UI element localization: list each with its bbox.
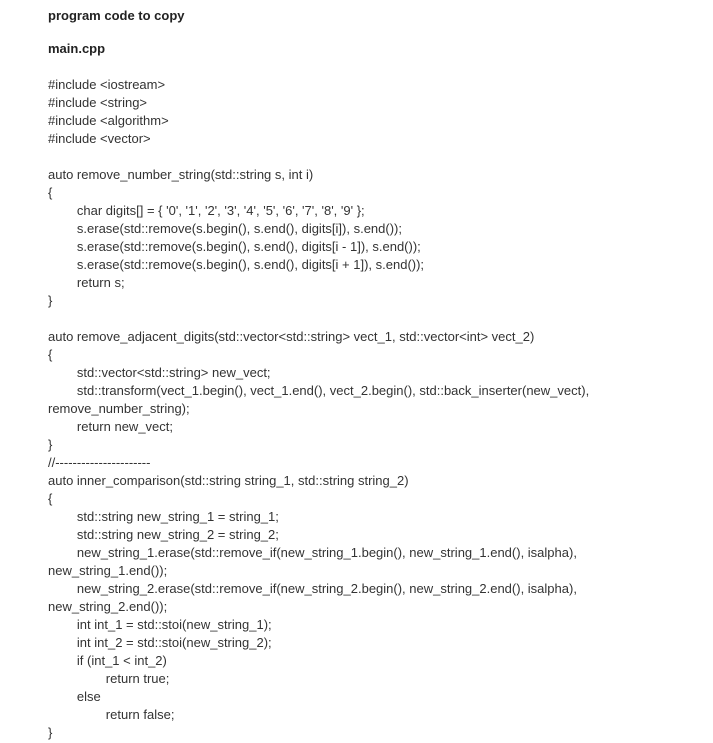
page-container: program code to copy main.cpp #include <… <box>0 0 713 742</box>
code-line: char digits[] = { '0', '1', '2', '3', '4… <box>48 202 713 220</box>
code-line: } <box>48 436 713 454</box>
code-line: #include <iostream> <box>48 76 713 94</box>
code-line: new_string_2.erase(std::remove_if(new_st… <box>48 580 713 598</box>
code-line: s.erase(std::remove(s.begin(), s.end(), … <box>48 256 713 274</box>
code-line: { <box>48 490 713 508</box>
code-line: else <box>48 688 713 706</box>
code-line: } <box>48 292 713 310</box>
code-line: #include <string> <box>48 94 713 112</box>
code-line: return false; <box>48 706 713 724</box>
code-line: return s; <box>48 274 713 292</box>
code-line: { <box>48 346 713 364</box>
code-line: return true; <box>48 670 713 688</box>
code-line: } <box>48 724 713 742</box>
filename-label: main.cpp <box>48 41 713 56</box>
code-line: s.erase(std::remove(s.begin(), s.end(), … <box>48 220 713 238</box>
code-line: auto remove_number_string(std::string s,… <box>48 166 713 184</box>
code-line: if (int_1 < int_2) <box>48 652 713 670</box>
section-heading: program code to copy <box>48 8 713 23</box>
code-line <box>48 148 713 166</box>
code-line: new_string_1.end()); <box>48 562 713 580</box>
code-line: s.erase(std::remove(s.begin(), s.end(), … <box>48 238 713 256</box>
code-line: new_string_2.end()); <box>48 598 713 616</box>
code-line: int int_2 = std::stoi(new_string_2); <box>48 634 713 652</box>
code-line: auto remove_adjacent_digits(std::vector<… <box>48 328 713 346</box>
code-line <box>48 310 713 328</box>
code-line: new_string_1.erase(std::remove_if(new_st… <box>48 544 713 562</box>
code-line: return new_vect; <box>48 418 713 436</box>
code-line: #include <algorithm> <box>48 112 713 130</box>
code-line: { <box>48 184 713 202</box>
code-line: std::string new_string_2 = string_2; <box>48 526 713 544</box>
code-line: int int_1 = std::stoi(new_string_1); <box>48 616 713 634</box>
code-line: auto inner_comparison(std::string string… <box>48 472 713 490</box>
code-line: //---------------------- <box>48 454 713 472</box>
code-block: #include <iostream>#include <string>#inc… <box>48 76 713 742</box>
code-line: std::transform(vect_1.begin(), vect_1.en… <box>48 382 713 400</box>
code-line: std::vector<std::string> new_vect; <box>48 364 713 382</box>
code-line: remove_number_string); <box>48 400 713 418</box>
code-line: std::string new_string_1 = string_1; <box>48 508 713 526</box>
code-line: #include <vector> <box>48 130 713 148</box>
